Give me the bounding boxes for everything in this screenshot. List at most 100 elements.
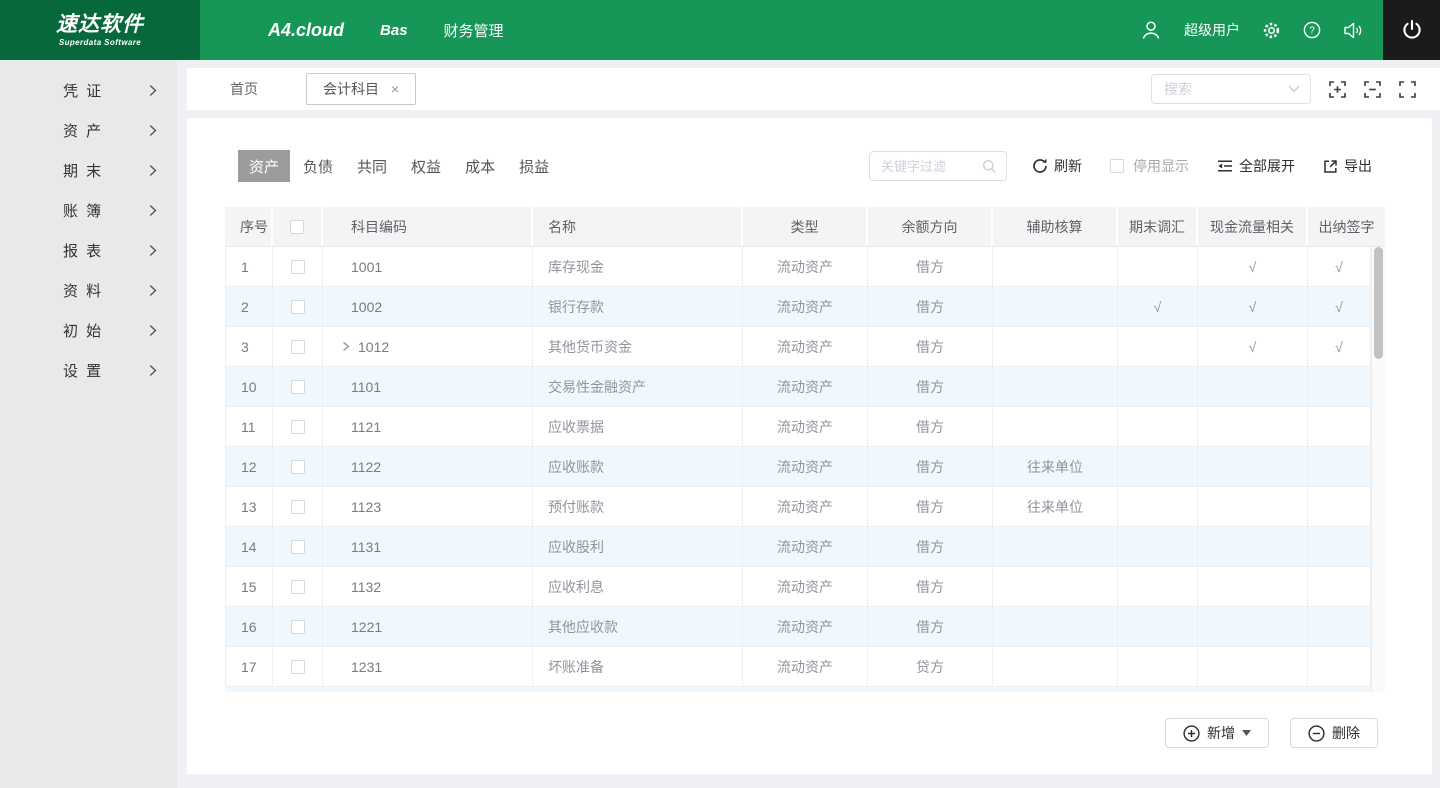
category-tab[interactable]: 共同 — [346, 150, 398, 182]
col-header-direction: 余额方向 — [868, 207, 993, 246]
expand-row-icon[interactable] — [341, 341, 351, 352]
menu-search-combobox[interactable] — [1151, 74, 1311, 104]
cell-select — [273, 607, 323, 647]
cell-cashier — [1308, 447, 1371, 487]
row-checkbox[interactable] — [290, 299, 305, 314]
stop-display-label: 停用显示 — [1133, 158, 1189, 174]
cell-type: 流动资产 — [743, 647, 868, 687]
sidebar-item[interactable]: 资 产 — [0, 110, 177, 150]
sidebar-item[interactable]: 设 置 — [0, 350, 177, 390]
table-row[interactable]: 16 1221 其他应收款 流动资产 借方 — [225, 607, 1385, 647]
category-tab[interactable]: 资产 — [238, 150, 291, 182]
user-icon[interactable] — [1140, 19, 1162, 41]
zoom-in-bracket-icon[interactable] — [1329, 80, 1346, 98]
cell-fx — [1118, 367, 1198, 407]
cell-name: 应收利息 — [533, 567, 743, 607]
fullscreen-icon[interactable] — [1399, 80, 1416, 98]
sidebar-item[interactable]: 账 簿 — [0, 190, 177, 230]
table-row[interactable]: 11 1121 应收票据 流动资产 借方 — [225, 407, 1385, 447]
col-header-fx: 期末调汇 — [1118, 207, 1198, 246]
sidebar-item[interactable]: 期 末 — [0, 150, 177, 190]
logout-power-button[interactable] — [1383, 0, 1440, 60]
row-checkbox[interactable] — [290, 619, 305, 634]
row-checkbox[interactable] — [290, 539, 305, 554]
cell-aux — [993, 527, 1118, 567]
col-header-cashflow: 现金流量相关 — [1198, 207, 1308, 246]
keyword-filter-input[interactable] — [879, 157, 978, 175]
stop-display-control: 停用显示 — [1110, 156, 1189, 176]
row-checkbox[interactable] — [290, 259, 305, 274]
cell-name: 交易性金融资产 — [533, 367, 743, 407]
row-checkbox[interactable] — [290, 659, 305, 674]
svg-text:?: ? — [1309, 26, 1315, 37]
category-tab[interactable]: 损益 — [508, 150, 560, 182]
cell-name: 应收账款 — [533, 447, 743, 487]
row-checkbox[interactable] — [290, 339, 305, 354]
speaker-icon[interactable] — [1343, 22, 1363, 39]
close-tab-icon[interactable]: × — [391, 82, 399, 96]
row-checkbox[interactable] — [290, 459, 305, 474]
refresh-button[interactable]: 刷新 — [1032, 156, 1082, 176]
cell-direction: 借方 — [868, 487, 993, 527]
menu-search-input[interactable] — [1162, 80, 1276, 98]
sidebar-item[interactable]: 报 表 — [0, 230, 177, 270]
tab-accounting-subjects[interactable]: 会计科目 × — [306, 73, 417, 105]
row-checkbox[interactable] — [290, 419, 305, 434]
nav-item-bas[interactable]: Bas — [380, 22, 408, 39]
row-checkbox[interactable] — [290, 379, 305, 394]
cell-code-value: 1131 — [351, 538, 382, 555]
expand-all-button[interactable]: 全部展开 — [1217, 156, 1295, 176]
category-tab[interactable]: 成本 — [454, 150, 506, 182]
sidebar-item-label: 报 表 — [63, 242, 104, 260]
sidebar-item[interactable]: 初 始 — [0, 310, 177, 350]
export-button[interactable]: 导出 — [1323, 156, 1372, 176]
col-header-aux: 辅助核算 — [993, 207, 1118, 246]
cell-fx — [1118, 647, 1198, 687]
cell-cashier — [1308, 607, 1371, 647]
table-header-row: 序号 科目编码 名称 类型 余额方向 辅助核算 期末调汇 现金流量相关 出纳签字 — [225, 207, 1385, 247]
sidebar-item[interactable]: 凭 证 — [0, 70, 177, 110]
cell-cashflow: √ — [1198, 247, 1308, 287]
cell-code-value: 1101 — [351, 378, 382, 395]
add-button[interactable]: 新增 — [1165, 718, 1269, 748]
select-all-checkbox[interactable] — [290, 219, 304, 234]
scrollbar-thumb[interactable] — [1374, 247, 1383, 359]
table-row[interactable]: 2 1002 银行存款 流动资产 借方 √ √ √ — [225, 287, 1385, 327]
table-row[interactable]: 1 1001 库存现金 流动资产 借方 √ √ — [225, 247, 1385, 287]
category-tab[interactable]: 负债 — [292, 150, 344, 182]
table-row[interactable]: 14 1131 应收股利 流动资产 借方 — [225, 527, 1385, 567]
top-nav: A4.cloud Bas 财务管理 — [268, 20, 504, 41]
row-checkbox[interactable] — [290, 499, 305, 514]
cell-name: 银行存款 — [533, 287, 743, 327]
cell-cashier: √ — [1308, 327, 1371, 367]
help-icon[interactable]: ? — [1303, 21, 1321, 39]
tab-home[interactable]: 首页 — [230, 79, 258, 99]
cell-code: 1001 — [323, 247, 533, 287]
nav-item-a4cloud[interactable]: A4.cloud — [268, 20, 344, 41]
keyword-filter[interactable] — [869, 151, 1007, 181]
table-row[interactable]: 13 1123 预付账款 流动资产 借方 往来单位 — [225, 487, 1385, 527]
settings-gear-icon[interactable] — [1262, 21, 1281, 40]
table-row[interactable]: 15 1132 应收利息 流动资产 借方 — [225, 567, 1385, 607]
cell-direction: 借方 — [868, 567, 993, 607]
cell-code: 1122 — [323, 447, 533, 487]
delete-button[interactable]: 删除 — [1290, 718, 1378, 748]
cell-direction: 贷方 — [868, 647, 993, 687]
stop-display-checkbox[interactable] — [1110, 159, 1124, 173]
table-row[interactable]: 3 1012 其他货币资金 流动资产 借方 √ √ — [225, 327, 1385, 367]
nav-item-finance[interactable]: 财务管理 — [444, 20, 504, 41]
row-checkbox[interactable] — [290, 579, 305, 594]
cell-code: 1221 — [323, 607, 533, 647]
cell-direction: 借方 — [868, 447, 993, 487]
cell-code: 1123 — [323, 487, 533, 527]
search-icon — [983, 159, 996, 173]
table-row[interactable]: 10 1101 交易性金融资产 流动资产 借方 — [225, 367, 1385, 407]
cell-type: 流动资产 — [743, 407, 868, 447]
table-row[interactable]: 17 1231 坏账准备 流动资产 贷方 — [225, 647, 1385, 687]
table-row[interactable]: 12 1122 应收账款 流动资产 借方 往来单位 — [225, 447, 1385, 487]
cell-code: 1012 — [323, 327, 533, 367]
category-tab[interactable]: 权益 — [400, 150, 452, 182]
zoom-out-bracket-icon[interactable] — [1364, 80, 1381, 98]
sidebar-item[interactable]: 资 料 — [0, 270, 177, 310]
chevron-right-icon — [149, 124, 157, 136]
